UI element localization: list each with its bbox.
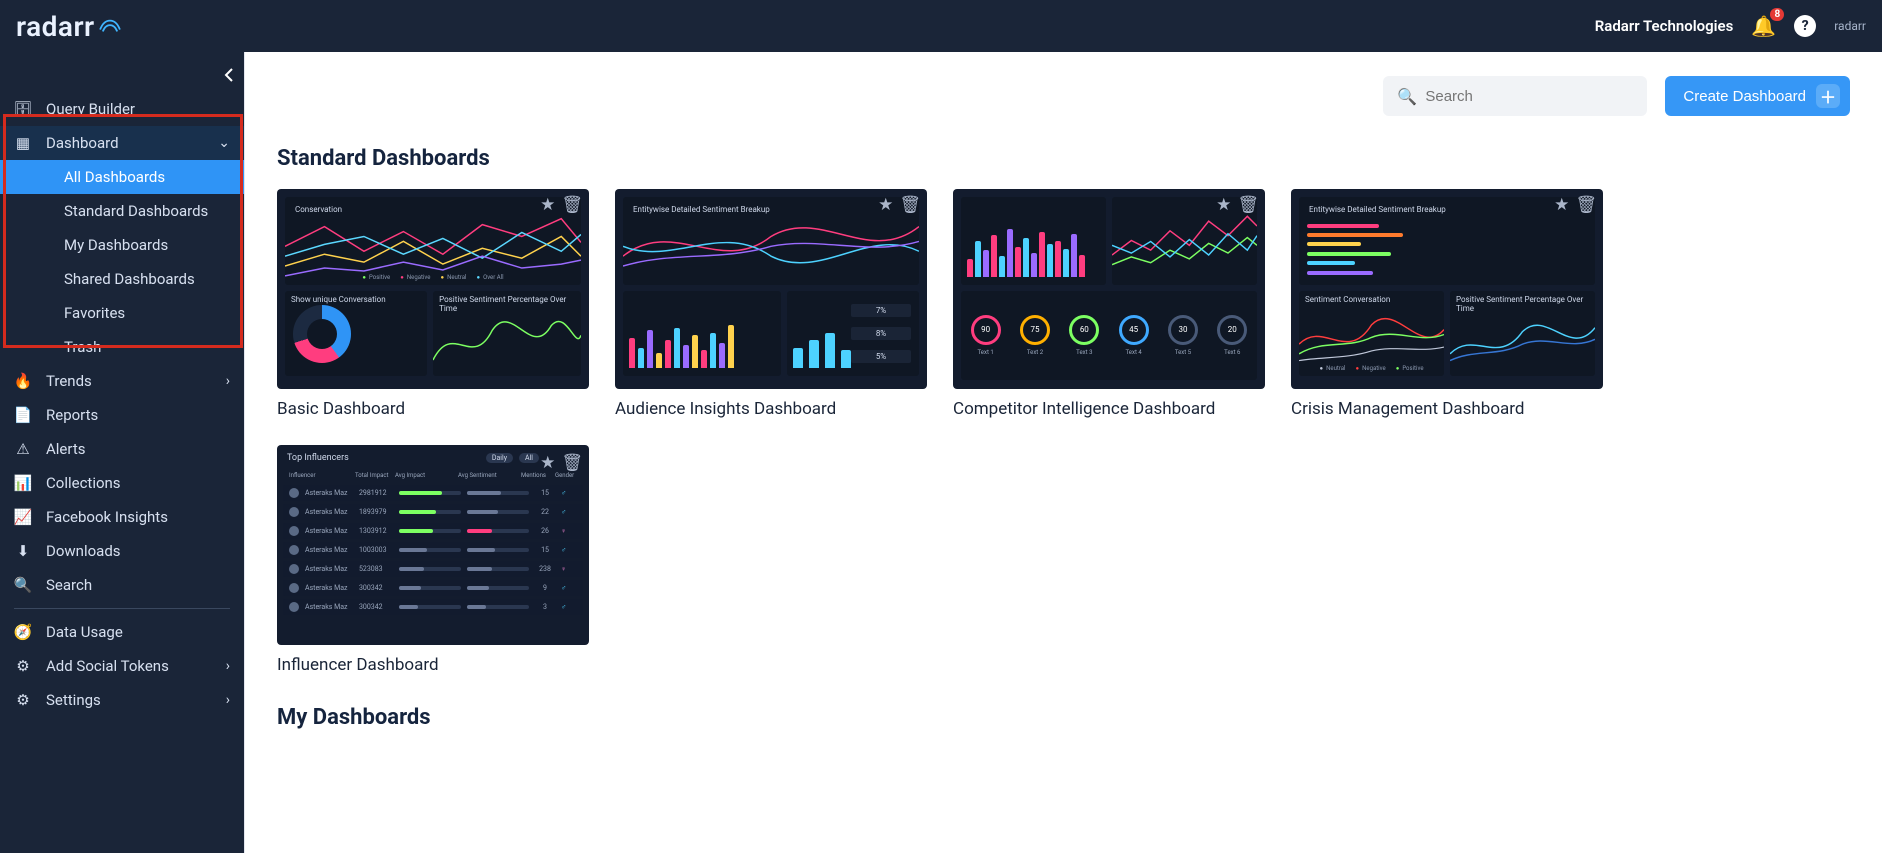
trash-icon[interactable]: 🗑 xyxy=(1237,195,1259,215)
nav-label: Search xyxy=(46,576,92,594)
nav-label: Settings xyxy=(46,691,101,709)
main-content: 🔍 Create Dashboard ＋ Standard Dashboards… xyxy=(245,52,1882,853)
nav-add-social-tokens[interactable]: ⚙ Add Social Tokens › xyxy=(0,649,244,683)
gauge-icon: 🧭 xyxy=(14,623,32,641)
star-icon[interactable]: ★ xyxy=(878,195,893,215)
nav-label: Dashboard xyxy=(46,134,119,152)
nav-label: Facebook Insights xyxy=(46,508,168,526)
card-crisis[interactable]: ★ 🗑 Entitywise Detailed Sentiment Breaku… xyxy=(1291,189,1603,419)
logo-text: radarr xyxy=(16,10,95,43)
card-label: Competitor Intelligence Dashboard xyxy=(953,399,1265,419)
subnav-standard-dashboards[interactable]: Standard Dashboards xyxy=(0,194,244,228)
top-right: Radarr Technologies 🔔 8 ? radarr xyxy=(1595,14,1866,38)
trash-icon[interactable]: 🗑 xyxy=(561,453,583,473)
create-dashboard-button[interactable]: Create Dashboard ＋ xyxy=(1665,76,1850,116)
subnav-trash[interactable]: Trash xyxy=(0,330,244,364)
card-thumb: ★ 🗑 Daily All Top Influencers Influencer… xyxy=(277,445,589,645)
download-icon: ⬇ xyxy=(14,542,32,560)
cog-icon: ⚙ xyxy=(14,691,32,709)
chevron-right-icon: › xyxy=(226,373,230,389)
subnav-favorites[interactable]: Favorites xyxy=(0,296,244,330)
trash-icon[interactable]: 🗑 xyxy=(561,195,583,215)
nav-divider xyxy=(14,608,230,609)
star-icon[interactable]: ★ xyxy=(1216,195,1231,215)
subnav-my-dashboards[interactable]: My Dashboards xyxy=(0,228,244,262)
chart-icon: 📈 xyxy=(14,508,32,526)
trash-icon[interactable]: 🗑 xyxy=(1575,195,1597,215)
nav-settings[interactable]: ⚙ Settings › xyxy=(0,683,244,717)
nav-label: Alerts xyxy=(46,440,86,458)
card-basic[interactable]: ★ 🗑 Conservation Positive xyxy=(277,189,589,419)
star-icon[interactable]: ★ xyxy=(540,195,555,215)
card-label: Influencer Dashboard xyxy=(277,655,589,675)
nav-data-usage[interactable]: 🧭 Data Usage xyxy=(0,615,244,649)
nav-dashboard[interactable]: ▦ Dashboard ⌄ xyxy=(0,126,244,160)
warning-icon: ⚠ xyxy=(14,440,32,458)
card-label: Audience Insights Dashboard xyxy=(615,399,927,419)
star-icon[interactable]: ★ xyxy=(1554,195,1569,215)
star-icon[interactable]: ★ xyxy=(540,453,555,473)
nav-trends[interactable]: 🔥 Trends › xyxy=(0,364,244,398)
notif-badge: 8 xyxy=(1770,8,1784,21)
database-icon: 🗄 xyxy=(14,100,32,118)
card-label: Crisis Management Dashboard xyxy=(1291,399,1603,419)
sidebar-collapse-button[interactable] xyxy=(224,67,234,86)
subnav-shared-dashboards[interactable]: Shared Dashboards xyxy=(0,262,244,296)
search-box[interactable]: 🔍 xyxy=(1383,76,1647,116)
org-name[interactable]: Radarr Technologies xyxy=(1595,17,1734,35)
card-label: Basic Dashboard xyxy=(277,399,589,419)
section-title-standard: Standard Dashboards xyxy=(277,146,1850,171)
flame-icon: 🔥 xyxy=(14,372,32,390)
nav-label: Trends xyxy=(46,372,92,390)
nav-search[interactable]: 🔍 Search xyxy=(0,568,244,602)
nav-reports[interactable]: 📄 Reports xyxy=(0,398,244,432)
nav-alerts[interactable]: ⚠ Alerts xyxy=(0,432,244,466)
section-title-my: My Dashboards xyxy=(277,705,1850,730)
toolbar: 🔍 Create Dashboard ＋ xyxy=(277,76,1850,116)
nav-dashboard-submenu: All Dashboards Standard Dashboards My Da… xyxy=(0,160,244,364)
trash-icon[interactable]: 🗑 xyxy=(899,195,921,215)
chevron-right-icon: › xyxy=(226,692,230,708)
app-logo[interactable]: radarr xyxy=(16,10,121,43)
chevron-right-icon: › xyxy=(226,658,230,674)
nav-label: Collections xyxy=(46,474,121,492)
nav-label: Downloads xyxy=(46,542,121,560)
card-thumb: ★ 🗑 Conservation Positive xyxy=(277,189,589,389)
nav-label: Query Builder xyxy=(46,100,135,118)
chevron-down-icon: ⌄ xyxy=(218,135,230,151)
card-thumb: ★ 🗑 xyxy=(953,189,1265,389)
standard-cards-grid: ★ 🗑 Conservation Positive xyxy=(277,189,1850,675)
search-list-icon: 🔍 xyxy=(14,576,32,594)
create-label: Create Dashboard xyxy=(1683,88,1806,105)
search-icon: 🔍 xyxy=(1397,87,1417,106)
nav-label: Add Social Tokens xyxy=(46,657,169,675)
dashboard-icon: ▦ xyxy=(14,134,32,152)
nav-facebook-insights[interactable]: 📈 Facebook Insights xyxy=(0,500,244,534)
nav-downloads[interactable]: ⬇ Downloads xyxy=(0,534,244,568)
file-icon: 📄 xyxy=(14,406,32,424)
nav-label: Data Usage xyxy=(46,623,123,641)
logo-wave-icon xyxy=(99,17,121,35)
notifications-button[interactable]: 🔔 8 xyxy=(1751,14,1776,38)
search-input[interactable] xyxy=(1425,88,1633,105)
nav-query-builder[interactable]: 🗄 Query Builder xyxy=(0,92,244,126)
card-audience[interactable]: ★ 🗑 Entitywise Detailed Sentiment Breaku… xyxy=(615,189,927,419)
card-influencer[interactable]: ★ 🗑 Daily All Top Influencers Influencer… xyxy=(277,445,589,675)
gauge-row: 90Text 1 75Text 2 60Text 3 45Text 4 30Te… xyxy=(961,291,1257,379)
sidebar: 🗄 Query Builder ▦ Dashboard ⌄ All Dashbo… xyxy=(0,52,245,853)
help-button[interactable]: ? xyxy=(1794,15,1816,37)
donut-chart-icon xyxy=(293,305,351,363)
card-thumb: ★ 🗑 Entitywise Detailed Sentiment Breaku… xyxy=(1291,189,1603,389)
mini-logo[interactable]: radarr xyxy=(1834,19,1866,33)
top-bar: radarr Radarr Technologies 🔔 8 ? radarr xyxy=(0,0,1882,52)
card-thumb: ★ 🗑 Entitywise Detailed Sentiment Breaku… xyxy=(615,189,927,389)
nav-collections[interactable]: 📊 Collections xyxy=(0,466,244,500)
nav-label: Reports xyxy=(46,406,98,424)
nav: 🗄 Query Builder ▦ Dashboard ⌄ All Dashbo… xyxy=(0,52,244,717)
card-competitor[interactable]: ★ 🗑 xyxy=(953,189,1265,419)
collection-icon: 📊 xyxy=(14,474,32,492)
subnav-all-dashboards[interactable]: All Dashboards xyxy=(0,160,244,194)
token-icon: ⚙ xyxy=(14,657,32,675)
plus-icon: ＋ xyxy=(1816,84,1840,108)
